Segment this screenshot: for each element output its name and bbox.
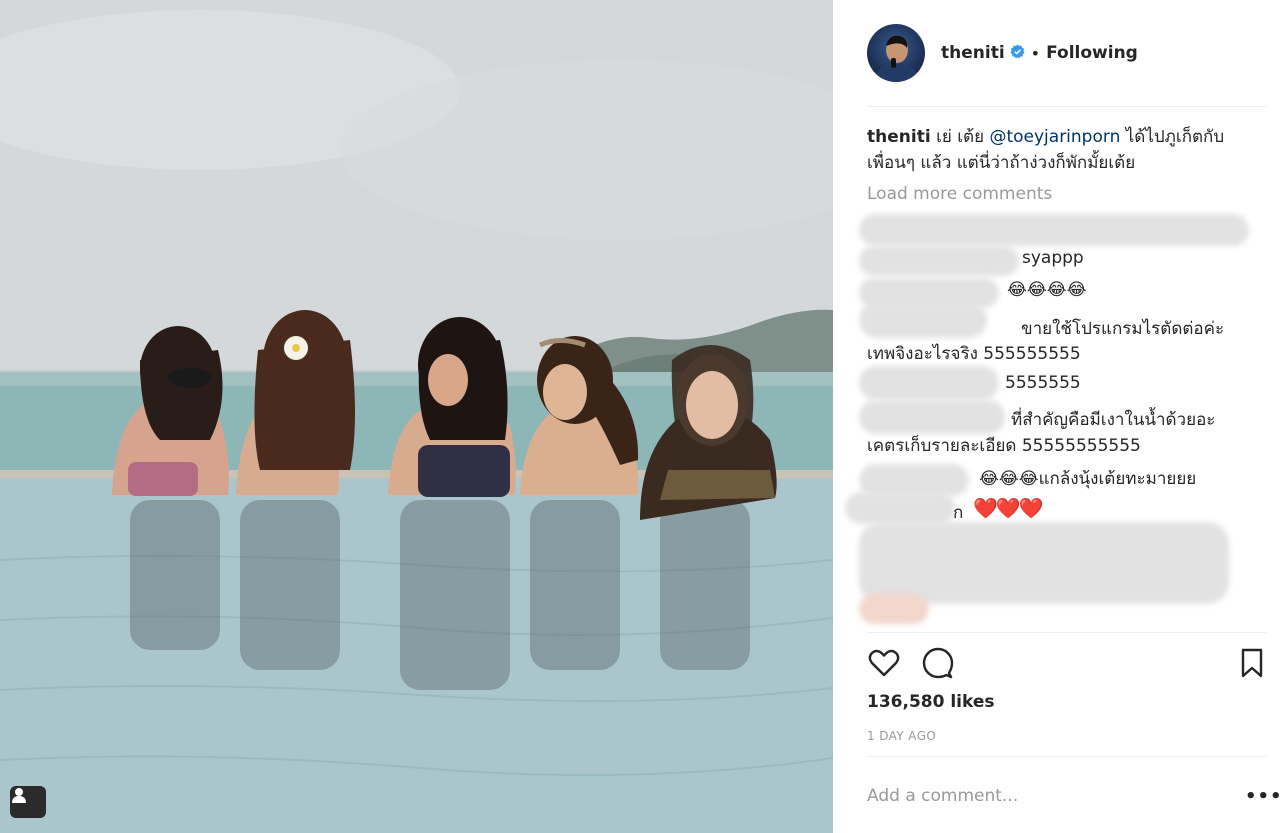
comment-text: ก [953, 503, 964, 523]
comment-text: 5555555 [1005, 373, 1081, 393]
post-timestamp: 1 DAY AGO [867, 729, 937, 743]
pool-scene-illustration [0, 0, 833, 833]
verified-badge-icon [1010, 43, 1025, 63]
load-more-comments-button[interactable]: Load more comments [867, 184, 1052, 204]
header-divider [867, 106, 1267, 107]
redacted-area [859, 246, 1019, 276]
post-actions [867, 646, 1267, 682]
comment-text: ที่สำคัญคือมีเงาในน้ำด้วยอะ [1011, 410, 1216, 430]
header-separator: • [1030, 43, 1041, 63]
actions-divider [867, 632, 1267, 633]
comment-text: เทพจิงอะไรจริง 555555555 [867, 344, 1081, 364]
heart-emoji-group: ❤️❤️❤️ [973, 496, 1044, 520]
username-link[interactable]: theniti [941, 43, 1005, 63]
comment-text: syappp [1022, 248, 1084, 268]
redacted-area [859, 214, 1249, 246]
more-options-icon[interactable]: ••• [1245, 786, 1280, 807]
heart-icon[interactable] [867, 646, 901, 684]
comment-text: 😂😂😂😂 [1007, 280, 1087, 300]
comment-text: 😂😂😂แกล้งนุ้งเต้ยทะมายยย [979, 469, 1197, 489]
comment-text: เคตรเก็บรายละเอียด 55555555555 [867, 436, 1141, 456]
redacted-area [859, 594, 929, 624]
redacted-area [859, 522, 1229, 604]
post-photo[interactable] [0, 0, 833, 833]
following-button[interactable]: Following [1046, 43, 1138, 63]
post-details-panel: theniti • Following theniti เย่ เต้ย @to… [833, 0, 1280, 833]
redacted-area [859, 366, 999, 400]
add-comment-input[interactable] [867, 782, 1207, 810]
bookmark-icon[interactable] [1237, 646, 1267, 684]
redacted-area [845, 492, 955, 524]
post-header: theniti • Following [867, 22, 1267, 84]
user-tag-icon[interactable] [10, 786, 46, 818]
comment-list: syappp 😂😂😂😂 ขายใช้โปรแกรมไรตัดต่อค่ะ เทพ… [845, 210, 1275, 630]
likes-count[interactable]: 136,580 likes [867, 692, 995, 712]
comment-box-divider [867, 756, 1267, 757]
caption-mention-link[interactable]: @toeyjarinporn [989, 127, 1120, 147]
post-caption: theniti เย่ เต้ย @toeyjarinporn ได้ไปภูเ… [867, 124, 1257, 176]
comment-text: ขายใช้โปรแกรมไรตัดต่อค่ะ [1021, 319, 1225, 339]
redacted-area [859, 400, 1005, 434]
caption-username[interactable]: theniti [867, 127, 931, 147]
avatar[interactable] [867, 24, 925, 82]
redacted-area [859, 302, 987, 338]
caption-text: เย่ เต้ย [936, 127, 985, 147]
comment-icon[interactable] [921, 646, 955, 684]
